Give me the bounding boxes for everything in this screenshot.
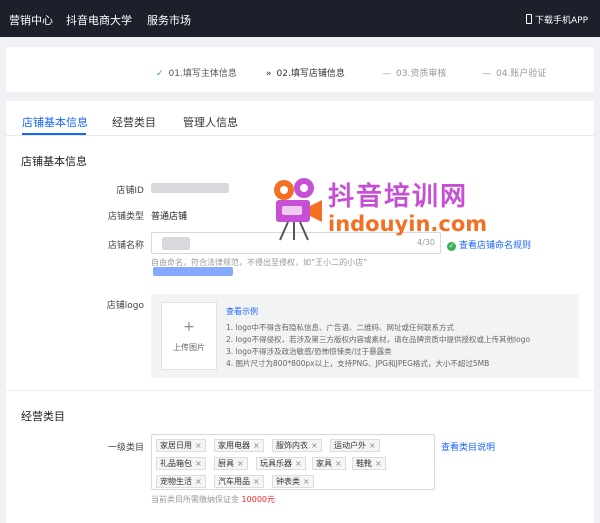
- category-description-link[interactable]: 查看类目说明: [441, 440, 495, 453]
- shop-name-value-redacted: [162, 237, 190, 250]
- category-tag[interactable]: 服饰内衣 ×: [272, 439, 322, 452]
- section-title-basic-info: 店铺基本信息: [21, 155, 87, 168]
- close-icon[interactable]: ×: [195, 477, 202, 486]
- step-fill-entity-info: ✓ 01.填写主体信息: [156, 69, 237, 79]
- deposit-amount: 10000元: [241, 495, 275, 504]
- shop-id-label: 店铺ID: [116, 186, 144, 196]
- logo-rule: 1. logo中不得含有隐私信息、广告语、二维码、网址或任何联系方式: [226, 323, 455, 332]
- close-icon[interactable]: ×: [369, 441, 376, 450]
- logo-rule: 4. 图片尺寸为800*800px以上，支持PNG、JPG和JPEG格式，大小不…: [226, 359, 490, 368]
- close-icon[interactable]: ×: [195, 441, 202, 450]
- dash-icon: —: [482, 69, 491, 79]
- shop-logo-label: 店铺logo: [106, 301, 144, 311]
- tab-business-category[interactable]: 经营类目: [112, 114, 156, 130]
- download-app-label: 下载手机APP: [534, 16, 588, 26]
- deposit-note: 当前类目所需缴纳保证金 10000元: [151, 495, 275, 504]
- close-icon[interactable]: ×: [311, 441, 318, 450]
- category-tag[interactable]: 钟表类 ×: [272, 475, 314, 488]
- logo-rule: 2. logo不得侵权，若涉及第三方版权内容或素材，请在品牌资质中提供授权或上传…: [226, 335, 531, 344]
- close-icon[interactable]: ×: [303, 477, 310, 486]
- registration-steps: ✓ 01.填写主体信息 » 02.填写店铺信息 —03.资质审核 —04.账户验证: [6, 47, 594, 92]
- nav-douyin-ecommerce-university[interactable]: 抖音电商大学: [66, 12, 132, 28]
- check-icon: ✓: [156, 69, 164, 79]
- tabs-divider: [6, 135, 594, 136]
- close-icon[interactable]: ×: [253, 441, 260, 450]
- category-tag[interactable]: 宠物生活 ×: [156, 475, 206, 488]
- category-tag[interactable]: 玩具乐器 ×: [256, 457, 306, 470]
- download-app-link[interactable]: 下载手机APP: [525, 13, 588, 26]
- close-icon[interactable]: ×: [195, 459, 202, 468]
- category-tag[interactable]: 鞋靴 ×: [352, 457, 386, 470]
- shop-name-label: 店铺名称: [107, 241, 144, 251]
- section-title-business-category: 经营类目: [21, 410, 65, 423]
- category-tag[interactable]: 汽车用品 ×: [214, 475, 264, 488]
- tab-shop-basic-info[interactable]: 店铺基本信息: [22, 114, 88, 130]
- close-icon[interactable]: ×: [375, 459, 382, 468]
- nav-service-market[interactable]: 服务市场: [147, 12, 191, 28]
- close-icon[interactable]: ×: [295, 459, 302, 468]
- film-camera-icon: [274, 178, 322, 241]
- logo-upload-panel: + 上传图片 查看示例 1. logo中不得含有隐私信息、广告语、二维码、网址或…: [151, 294, 579, 378]
- view-example-link[interactable]: 查看示例: [226, 306, 258, 317]
- logo-upload-button[interactable]: + 上传图片: [161, 302, 217, 370]
- watermark: 抖音培训网 indouyin.com: [270, 176, 530, 250]
- top-navigation-bar: 营销中心 抖音电商大学 服务市场 下载手机APP: [0, 0, 600, 37]
- double-chevron-icon: »: [266, 69, 272, 79]
- shop-type-label: 店铺类型: [107, 212, 144, 222]
- watermark-en-text: indouyin.com: [328, 212, 488, 236]
- category-tag[interactable]: 家具 ×: [312, 457, 346, 470]
- nav-marketing-center[interactable]: 营销中心: [9, 12, 53, 28]
- category-tag[interactable]: 家居日用 ×: [156, 439, 206, 452]
- logo-rule: 3. logo不得涉及政治敏感/恐怖惊悚类/过于暴露类: [226, 347, 392, 356]
- dash-icon: —: [382, 69, 391, 79]
- phone-icon: [525, 14, 532, 24]
- close-icon[interactable]: ×: [237, 459, 244, 468]
- category-tag[interactable]: 礼品箱包 ×: [156, 457, 206, 470]
- category-tag[interactable]: 运动户外 ×: [330, 439, 380, 452]
- step-account-verification: —04.账户验证: [482, 69, 547, 79]
- category-tag[interactable]: 家用电器 ×: [214, 439, 264, 452]
- close-icon[interactable]: ×: [335, 459, 342, 468]
- step-fill-shop-info: » 02.填写店铺信息: [266, 69, 345, 79]
- step-qualification-review: —03.资质审核: [382, 69, 447, 79]
- upload-image-label: 上传图片: [173, 343, 205, 352]
- watermark-cn-text: 抖音培训网: [328, 182, 469, 212]
- category-tag[interactable]: 厨具 ×: [214, 457, 248, 470]
- tab-manager-info[interactable]: 管理人信息: [183, 114, 238, 130]
- close-icon[interactable]: ×: [253, 477, 260, 486]
- shop-name-error-redacted: [153, 267, 233, 276]
- shop-info-form: 店铺基本信息 经营类目 管理人信息 店铺基本信息 店铺ID 店铺类型 普通店铺 …: [6, 101, 594, 523]
- category-tag-select[interactable]: 家居日用 × 家用电器 × 服饰内衣 × 运动户外 × 礼品箱包 × 厨具 × 玩具乐器 × …: [151, 434, 435, 490]
- section-divider: [6, 390, 594, 391]
- plus-icon: +: [183, 319, 195, 335]
- shop-type-value: 普通店铺: [151, 212, 188, 222]
- level1-category-label: 一级类目: [107, 443, 144, 453]
- shop-id-value-redacted: [151, 183, 229, 193]
